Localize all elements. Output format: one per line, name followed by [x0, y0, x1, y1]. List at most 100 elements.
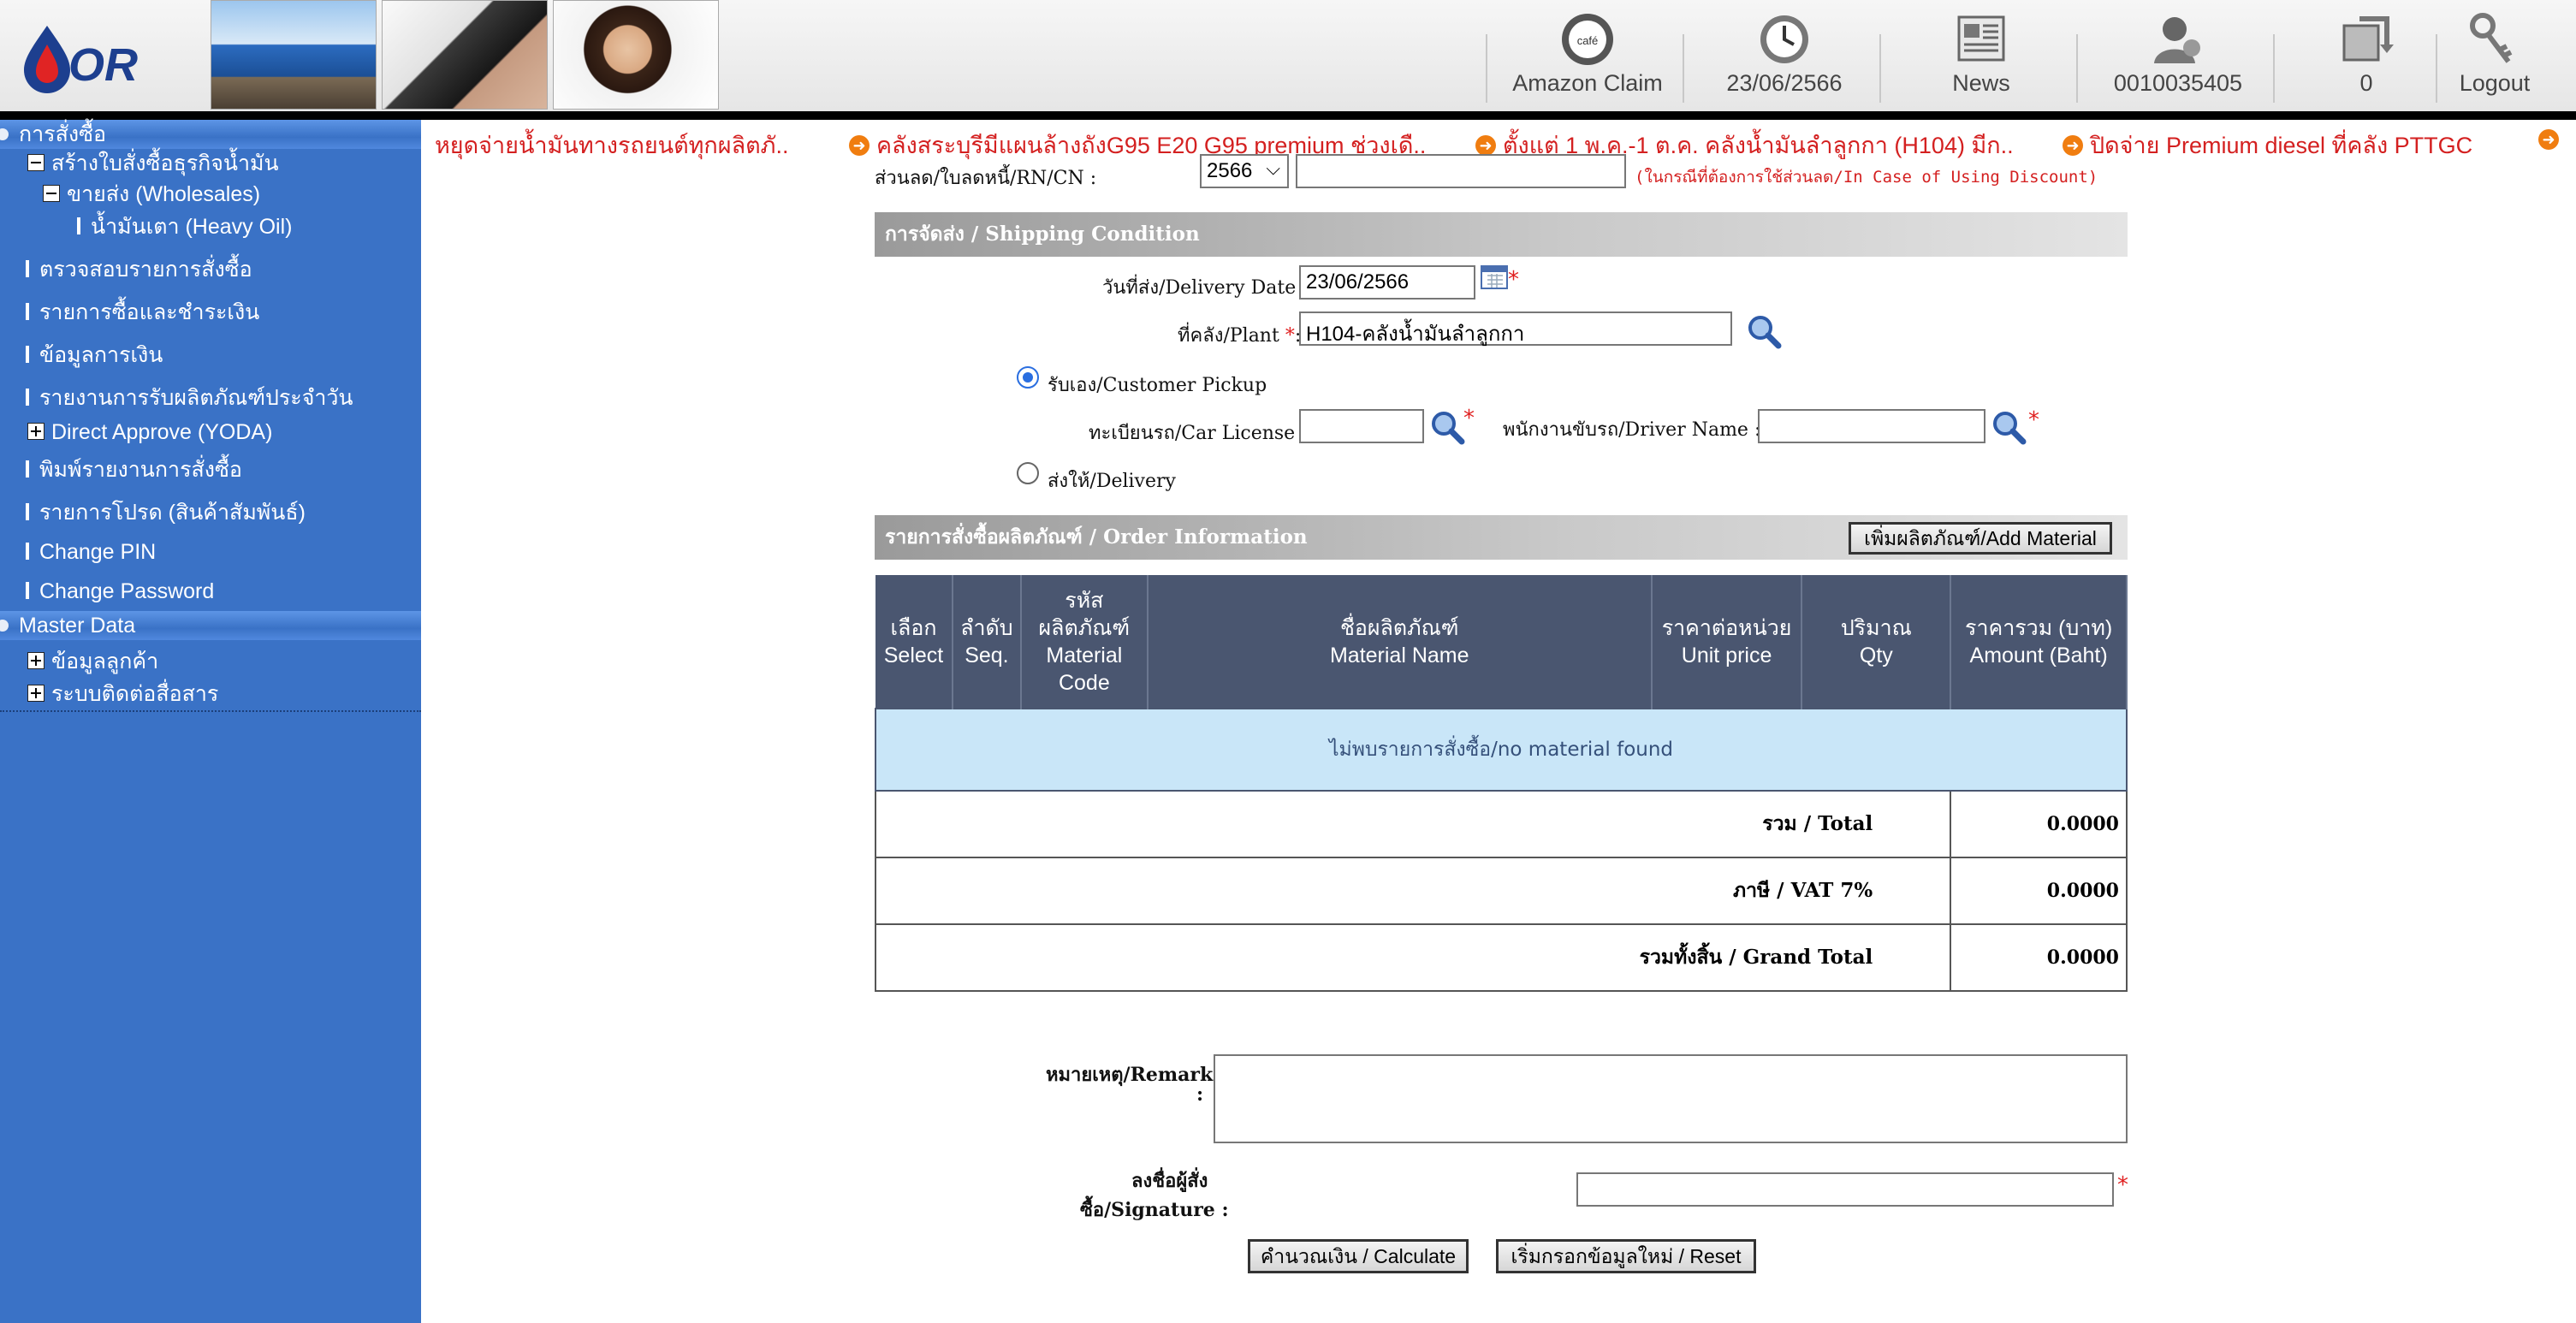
- search-icon[interactable]: [1991, 409, 2027, 445]
- required-marker: *: [1285, 325, 1295, 347]
- sidebar-item-heavy-oil[interactable]: น้ำมันเตา (Heavy Oil): [77, 214, 292, 240]
- car-license-input[interactable]: [1299, 409, 1424, 443]
- item-marker: [26, 582, 29, 600]
- nav-logout[interactable]: Logout: [2413, 0, 2576, 110]
- customer-pickup-radio[interactable]: [1017, 366, 1039, 389]
- arrow-icon: ➜: [1475, 134, 1496, 156]
- sidebar-item-customer-info[interactable]: ข้อมูลลูกค้า: [27, 649, 158, 674]
- delivery-radio[interactable]: [1017, 462, 1039, 484]
- header-divider: [0, 111, 2576, 120]
- sidebar-item-finance-info[interactable]: ข้อมูลการเงิน: [26, 342, 163, 368]
- empty-message: ไม่พบรายการสั่งซื้อ/no material found: [875, 708, 2128, 792]
- calendar-icon[interactable]: [1481, 264, 1508, 289]
- item-marker: [26, 346, 29, 364]
- driver-name-label: พนักงานขับรถ/Driver Name :: [1503, 419, 1761, 441]
- required-marker: *: [1508, 267, 1519, 293]
- sidebar-item-print-report[interactable]: พิมพ์รายงานการสั่งซื้อ: [26, 457, 242, 483]
- car-license-label: ทะเบียนรถ/Car License :: [1089, 423, 1308, 444]
- vat-label: ภาษี / VAT 7%: [874, 857, 1952, 925]
- discount-input[interactable]: [1296, 154, 1626, 188]
- ticker-item[interactable]: ➜: [2538, 127, 2566, 153]
- svg-text:OR: OR: [68, 39, 138, 91]
- nav-date[interactable]: 23/06/2566: [1686, 0, 1883, 110]
- expand-icon[interactable]: [27, 685, 45, 703]
- required-marker: *: [1463, 406, 1475, 431]
- photo-gas-station: [211, 0, 377, 110]
- add-material-button[interactable]: เพิ่มผลิตภัณฑ์/Add Material: [1849, 522, 2112, 555]
- collapse-icon[interactable]: [27, 154, 45, 172]
- bullet-icon: [0, 128, 9, 140]
- discount-label: ส่วนลด/ใบลดหนี้/RN/CN :: [875, 168, 1097, 189]
- nav-separator: [1486, 34, 1487, 103]
- sidebar-section-master-data[interactable]: Master Data: [0, 611, 421, 640]
- ticker-item[interactable]: ➜ ปิดจ่าย Premium diesel ที่คลัง PTTGC: [2063, 127, 2472, 163]
- clock-icon: [1760, 15, 1808, 63]
- nav-label: Amazon Claim: [1512, 70, 1663, 96]
- sidebar-item-create-po[interactable]: สร้างใบสั่งซื้อธุรกิจน้ำมัน: [27, 151, 279, 176]
- delivery-date-label: วันที่ส่ง/Delivery Date :: [1102, 277, 1309, 299]
- sidebar-item-daily-report[interactable]: รายงานการรับผลิตภัณฑ์ประจำวัน: [26, 385, 353, 411]
- arrow-icon: ➜: [2063, 134, 2083, 156]
- sidebar-item-check-orders[interactable]: ตรวจสอบรายการสั่งซื้อ: [26, 257, 252, 282]
- sidebar-item-purchase-payment[interactable]: รายการซื้อและชำระเงิน: [26, 300, 259, 325]
- item-marker: [26, 503, 29, 521]
- expand-icon[interactable]: [27, 652, 45, 670]
- total-row: รวม / Total 0.0000: [874, 790, 2128, 858]
- item-marker: [26, 260, 29, 278]
- plant-input[interactable]: H104-คลังน้ำมันลำลูกกา: [1299, 311, 1732, 346]
- grand-total-row: รวมทั้งสิ้น / Grand Total 0.0000: [874, 923, 2128, 992]
- signature-label-line1: ลงชื่อผู้สั่ง: [1131, 1170, 1208, 1192]
- sidebar-divider: [0, 710, 421, 712]
- nav-news[interactable]: News: [1883, 0, 2080, 110]
- nav-separator: [2076, 34, 2078, 103]
- discount-note: (ในกรณีที่ต้องการใช้ส่วนลด/In Case of Us…: [1635, 168, 2098, 187]
- table-header-row: เลือก Select ลำดับ Seq. รหัส ผลิตภัณฑ์ Mate…: [875, 575, 2128, 709]
- grand-total-label: รวมทั้งสิ้น / Grand Total: [874, 923, 1952, 992]
- photo-laptop-typing: [382, 0, 548, 110]
- sidebar-item-communication[interactable]: ระบบติดต่อสื่อสาร: [27, 681, 218, 707]
- sidebar-item-wholesales[interactable]: ขายส่ง (Wholesales): [43, 181, 260, 207]
- expand-icon[interactable]: [27, 423, 45, 441]
- user-icon: [2154, 17, 2200, 63]
- customer-pickup-label: รับเอง/Customer Pickup: [1048, 375, 1267, 396]
- amazon-cafe-icon: café: [1562, 14, 1613, 65]
- nav-customer-id[interactable]: 0010035405: [2080, 0, 2276, 110]
- col-material-name: ชื่อผลิตภัณฑ์ Material Name: [1147, 575, 1653, 709]
- total-label: รวม / Total: [874, 790, 1952, 858]
- signature-input[interactable]: [1576, 1172, 2114, 1207]
- item-marker: [26, 543, 29, 561]
- driver-name-input[interactable]: [1758, 409, 1985, 443]
- col-amount: ราคารวม (บาท) Amount (Baht): [1950, 575, 2128, 709]
- grand-total-value: 0.0000: [1950, 923, 2128, 992]
- search-icon[interactable]: [1746, 313, 1782, 349]
- required-marker: *: [2028, 407, 2039, 433]
- empty-row: ไม่พบรายการสั่งซื้อ/no material found: [875, 708, 2128, 792]
- sidebar-item-change-pin[interactable]: Change PIN: [26, 539, 156, 565]
- top-header: OR café Amazon Claim 23/06/2566 News 001…: [0, 0, 2576, 111]
- item-marker: [26, 303, 29, 321]
- bullet-icon: [0, 620, 9, 632]
- nav-amazon-claim[interactable]: café Amazon Claim: [1489, 0, 1686, 110]
- reset-button[interactable]: เริ่มกรอกข้อมูลใหม่ / Reset: [1496, 1239, 1756, 1273]
- sidebar-item-promo[interactable]: รายการโปรด (สินค้าสัมพันธ์): [26, 500, 306, 525]
- shipping-section-header: การจัดส่ง / Shipping Condition: [875, 212, 2128, 257]
- ticker-item[interactable]: หยุดจ่ายน้ำมันทางรถยนต์ทุกผลิตภั..: [435, 127, 788, 163]
- col-qty: ปริมาณ Qty: [1801, 575, 1952, 709]
- remarks-textarea[interactable]: [1214, 1054, 2128, 1143]
- delivery-date-input[interactable]: 23/06/2566: [1299, 265, 1475, 300]
- nav-label: News: [1952, 70, 2010, 96]
- sidebar-section-orders[interactable]: การสั่งซื้อ: [0, 120, 421, 149]
- discount-year-select[interactable]: 2566 ⌵: [1200, 154, 1289, 188]
- sidebar: การสั่งซื้อ สร้างใบสั่งซื้อธุรกิจน้ำมัน …: [0, 120, 421, 1323]
- item-marker: [26, 389, 29, 406]
- sidebar-item-direct-approve[interactable]: Direct Approve (YODA): [27, 419, 272, 445]
- search-icon[interactable]: [1429, 409, 1465, 445]
- collapse-icon[interactable]: [43, 185, 60, 203]
- nav-label: 0010035405: [2113, 70, 2243, 96]
- sidebar-item-change-password[interactable]: Change Password: [26, 578, 214, 604]
- calculate-button[interactable]: คำนวณเงิน / Calculate: [1248, 1239, 1469, 1273]
- nav-separator: [1683, 34, 1684, 103]
- remarks-colon: :: [1196, 1083, 1204, 1106]
- refresh-icon: [2342, 16, 2394, 62]
- plant-label: ที่คลัง/Plant *:: [1178, 325, 1302, 347]
